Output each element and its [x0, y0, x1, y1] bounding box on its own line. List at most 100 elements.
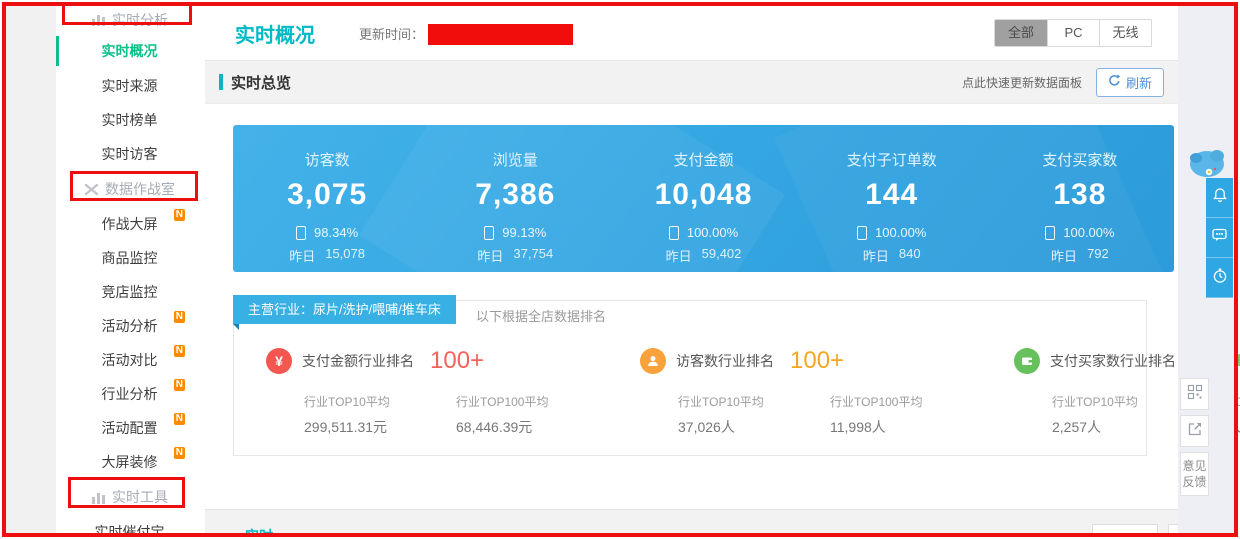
sidebar-item-label: 竞店监控 — [101, 284, 158, 300]
mobile-icon — [296, 225, 307, 240]
refresh-label: 刷新 — [1125, 75, 1152, 91]
new-badge: N — [173, 379, 185, 391]
share-button[interactable] — [1180, 415, 1209, 447]
sidebar-section-label: 实时分析 — [112, 11, 168, 28]
page-header: 实时概况 更新时间： 全部 PC 无线 — [205, 6, 1178, 60]
mobile-icon — [857, 225, 868, 240]
stat-label: 支付子订单数 — [846, 152, 937, 169]
timer-button[interactable] — [1206, 258, 1233, 298]
sidebar-item-label: 活动配置 — [101, 420, 158, 436]
sidebar-item-screen-decorate[interactable]: 大屏装修 N — [56, 445, 203, 479]
top100-value: 11,998人 — [830, 419, 886, 435]
main-industry-tag: 主营行业：尿片/洗护/喂哺/推车床 — [233, 295, 456, 330]
sidebar-item-label: 作战大屏 — [101, 216, 158, 232]
stat-payment-amount: 支付金额 10,048 100.00% 昨日 59,402 — [609, 125, 797, 272]
sidebar-section-label: 数据作战室 — [105, 181, 175, 197]
chat-icon — [1211, 227, 1228, 248]
sidebar-item-payment-reminder[interactable]: 实时催付宝 — [56, 515, 203, 533]
sidebar-item-label: 大屏装修 — [101, 454, 158, 470]
stat-value: 10,048 — [654, 178, 753, 211]
sidebar-section-data-war-room[interactable]: 数据作战室 — [56, 171, 203, 207]
sidebar-nav: 实时分析 实时概况 实时来源 实时榜单 实时访客 数据作战室 作战大屏 N 商品… — [56, 6, 203, 533]
sidebar-section-realtime-tools[interactable]: 实时工具 — [56, 479, 203, 515]
stat-paying-buyers: 支付买家数 138 100.00% 昨日 792 — [986, 125, 1174, 272]
redacted-update-time — [428, 24, 573, 45]
messages-button[interactable] — [1206, 218, 1233, 258]
rank-visitors: 访客数行业排名 100+ 行业TOP10平均 37,026人 行业TOP100平… — [608, 347, 982, 437]
overview-actions: 点此快速更新数据面板 刷新 — [962, 67, 1164, 97]
feedback-label-line2: 反馈 — [1182, 475, 1207, 489]
sidebar-item-realtime-source[interactable]: 实时来源 — [56, 69, 203, 103]
stat-label: 访客数 — [304, 152, 350, 169]
sidebar-item-war-screen[interactable]: 作战大屏 N — [56, 207, 203, 241]
refresh-button[interactable]: 刷新 — [1095, 67, 1164, 97]
tab-all[interactable]: 全部 — [995, 20, 1047, 46]
sidebar-item-label: 活动分析 — [101, 318, 158, 334]
realtime-dashboard-page: 实时分析 实时概况 实时来源 实时榜单 实时访客 数据作战室 作战大屏 N 商品… — [0, 0, 1240, 539]
sidebar-item-label: 实时来源 — [101, 78, 158, 94]
new-badge: N — [173, 413, 185, 425]
sidebar-item-realtime-overview[interactable]: 实时概况 — [56, 33, 203, 69]
sidebar-item-activity-analysis[interactable]: 活动分析 N — [56, 309, 203, 343]
right-gutter: 意见 反馈 — [1178, 6, 1234, 533]
sidebar-section-label: 实时工具 — [112, 489, 168, 505]
main-panel: 实时概况 更新时间： 全部 PC 无线 实时总览 点此快速更新数据面板 刷新 访… — [205, 6, 1240, 533]
stat-sub-orders: 支付子订单数 144 100.00% 昨日 840 — [798, 125, 986, 272]
stat-value: 7,386 — [475, 178, 556, 211]
stat-label: 浏览量 — [492, 152, 538, 169]
kpi-panel: 访客数 3,075 98.34% 昨日 15,078 浏览量 7,386 99.1… — [233, 125, 1174, 272]
yesterday-label: 昨日 — [862, 249, 889, 264]
yesterday-label: 昨日 — [289, 249, 316, 264]
sidebar-item-label: 实时访客 — [101, 146, 158, 162]
sidebar-item-realtime-visitor[interactable]: 实时访客 — [56, 137, 203, 171]
mobile-icon — [1045, 225, 1056, 240]
stat-percent: 99.13% — [502, 225, 547, 240]
new-badge: N — [173, 209, 185, 221]
stat-percent: 100.00% — [1063, 225, 1115, 240]
sidebar-item-product-monitor[interactable]: 商品监控 — [56, 241, 203, 275]
sidebar-item-activity-compare[interactable]: 活动对比 N — [56, 343, 203, 377]
sidebar-item-label: 实时催付宝 — [94, 524, 165, 533]
yesterday-value: 792 — [1087, 246, 1109, 261]
sidebar-item-label: 行业分析 — [101, 386, 158, 402]
rank-value: 100+ — [430, 347, 485, 374]
partial-button — [1092, 524, 1158, 533]
quick-update-hint[interactable]: 点此快速更新数据面板 — [962, 74, 1082, 91]
bell-icon — [1212, 187, 1228, 209]
sidebar-item-label: 活动对比 — [101, 352, 158, 368]
bar-chart-icon — [91, 13, 106, 26]
tab-wireless[interactable]: 无线 — [1099, 20, 1151, 46]
sidebar-item-activity-config[interactable]: 活动配置 N — [56, 411, 203, 445]
mascot-widget[interactable] — [1186, 146, 1228, 180]
sidebar-section-realtime-analysis[interactable]: 实时分析 — [56, 6, 203, 33]
bar-chart-icon — [91, 491, 106, 504]
notifications-button[interactable] — [1206, 178, 1233, 218]
person-icon — [640, 348, 666, 374]
top10-label: 行业TOP10平均 — [304, 395, 390, 409]
feedback-button[interactable]: 意见 反馈 — [1180, 452, 1209, 496]
tab-pc[interactable]: PC — [1047, 20, 1099, 46]
yuan-icon: ¥ — [266, 348, 292, 374]
rank-value: 100+ — [790, 347, 845, 374]
page-title: 实时概况 — [235, 24, 315, 47]
yesterday-value: 59,402 — [701, 246, 742, 261]
stat-label: 支付金额 — [673, 152, 734, 169]
top100-label: 行业TOP100平均 — [830, 395, 923, 409]
section-accent-bar — [219, 74, 223, 90]
new-badge: N — [173, 447, 185, 459]
sidebar-item-industry-analysis[interactable]: 行业分析 N — [56, 377, 203, 411]
rank-label: 访客数行业排名 — [676, 353, 774, 369]
sidebar-item-realtime-ranking[interactable]: 实时榜单 — [56, 103, 203, 137]
section-title-text: 实时总览 — [231, 74, 292, 92]
feedback-label-line1: 意见 — [1182, 459, 1207, 473]
stat-pageviews: 浏览量 7,386 99.13% 昨日 37,754 — [421, 125, 609, 272]
yesterday-label: 昨日 — [477, 249, 504, 264]
rank-payment-amount: ¥ 支付金额行业排名 100+ 行业TOP10平均 299,511.31元 行业… — [234, 347, 608, 437]
stat-percent: 100.00% — [875, 225, 927, 240]
wallet-icon — [1014, 348, 1040, 374]
sidebar-item-rival-shop-monitor[interactable]: 竞店监控 — [56, 275, 203, 309]
qr-code-button[interactable] — [1180, 378, 1209, 410]
section-title: 实时总览 — [219, 72, 291, 93]
stat-percent: 100.00% — [686, 225, 739, 240]
mobile-icon — [668, 225, 679, 240]
